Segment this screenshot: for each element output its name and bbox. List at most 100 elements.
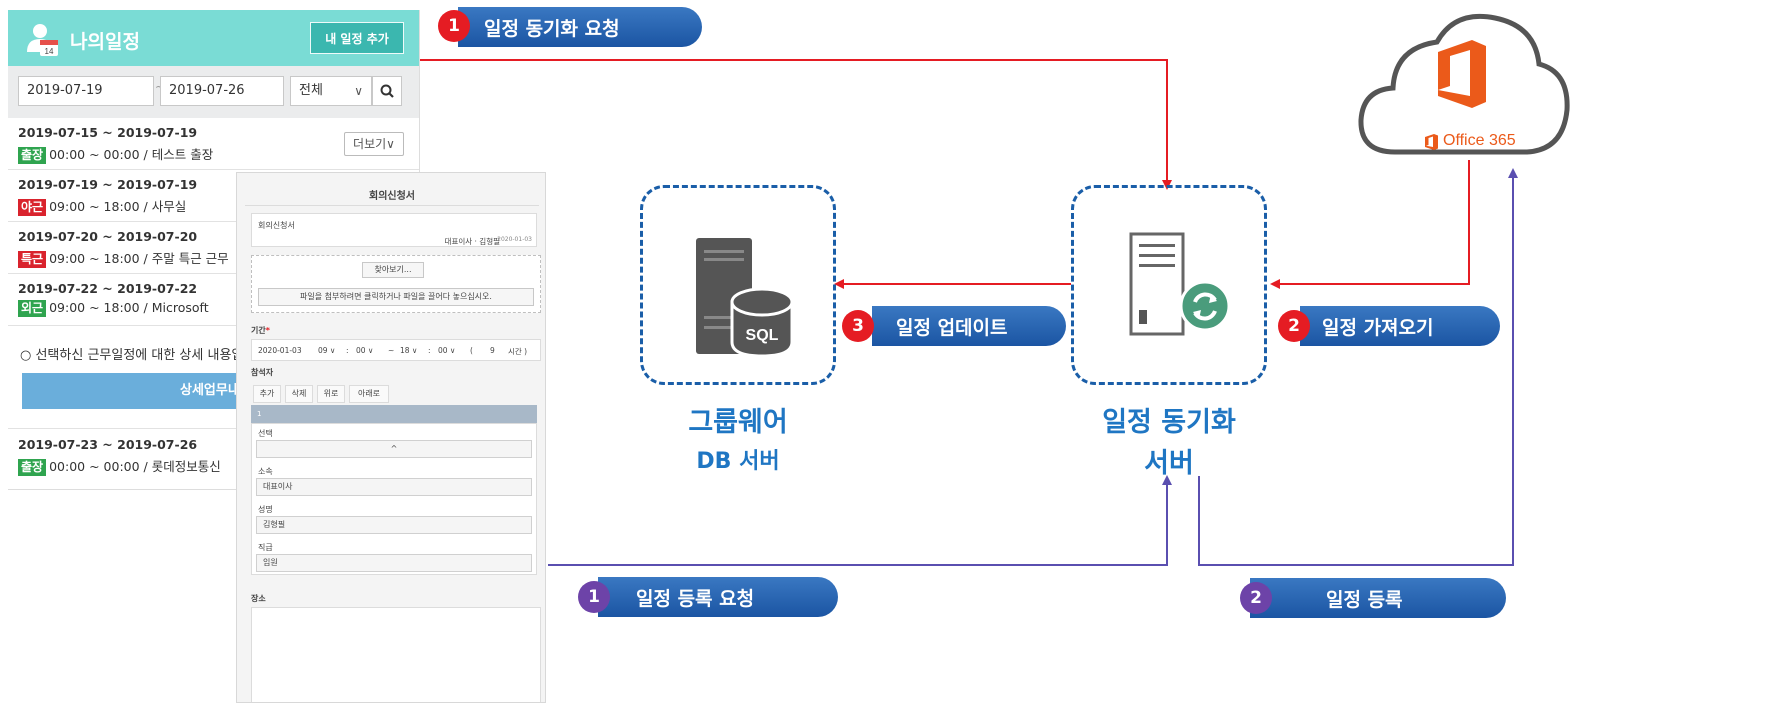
- meeting-request-form: 회의신청서 회의신청서 대표이사 · 김형필 2020-01-03 찾아보기..…: [236, 172, 546, 703]
- register-request-label: 일정 등록 요청: [598, 577, 838, 617]
- field-label: 직급: [258, 543, 273, 552]
- status-badge: 특근: [18, 251, 47, 268]
- sync-request-label: 일정 동기화 요청: [458, 7, 702, 47]
- schedule-header: 14 나의일정 내 일정 추가: [8, 10, 419, 66]
- schedule-item-time: 00:00 ~ 00:00 / 롯데정보통신: [49, 459, 221, 474]
- attendee-down-button[interactable]: 아래로: [349, 385, 389, 403]
- attendee-label: 참석자: [251, 368, 274, 377]
- status-badge: 야근: [18, 199, 47, 216]
- attendee-delete-button[interactable]: 삭제: [285, 385, 313, 403]
- paren-open: (: [470, 346, 473, 355]
- category-select[interactable]: 전체 ∨: [290, 76, 372, 106]
- svg-text:14: 14: [45, 47, 54, 56]
- place-label: 장소: [251, 594, 266, 603]
- name-field[interactable]: 김형필: [256, 516, 532, 534]
- chevron-down-icon: ∨: [354, 84, 363, 98]
- office-small-logo-icon: [1425, 134, 1438, 150]
- required-mark: *: [265, 326, 270, 335]
- end-min-select[interactable]: 00 ∨: [438, 346, 455, 355]
- schedule-item-range: 2019-07-23 ~ 2019-07-26: [18, 437, 198, 452]
- svg-text:SQL: SQL: [746, 327, 779, 344]
- groupware-db-caption: 그룹웨어 DB 서버: [640, 400, 836, 475]
- register-text: 일정 등록: [1326, 588, 1403, 611]
- fetch-schedule-text: 일정 가져오기: [1322, 316, 1434, 339]
- rank-field[interactable]: 임원: [256, 554, 532, 572]
- end-date-input[interactable]: 2019-07-26: [160, 76, 284, 106]
- sync-request-text: 일정 동기화 요청: [484, 17, 620, 40]
- sql-server-icon: SQL: [696, 238, 794, 358]
- schedule-item-range: 2019-07-15 ~ 2019-07-19: [18, 125, 198, 140]
- office365-label: Office 365: [1443, 132, 1516, 149]
- sync-server-icon: [1129, 232, 1231, 336]
- schedule-item-detail: 특근 09:00 ~ 18:00 / 주말 특근 근무: [18, 248, 229, 268]
- user-calendar-icon: 14: [24, 22, 64, 56]
- schedule-item-range: 2019-07-19 ~ 2019-07-19: [18, 177, 198, 192]
- attendee-up-button[interactable]: 위로: [317, 385, 345, 403]
- schedule-item-time: 00:00 ~ 00:00 / 테스트 출장: [49, 147, 214, 162]
- search-button[interactable]: [372, 76, 402, 106]
- attach-hint: 파일을 첨부하려면 클릭하거나 파일을 끌어다 놓으십시오.: [258, 288, 534, 306]
- status-badge: 출장: [18, 459, 47, 476]
- period-date-input[interactable]: 2020-01-03: [258, 346, 302, 355]
- sync-caption-line2: 서버: [1144, 448, 1194, 479]
- schedule-item-time: 09:00 ~ 18:00 / 주말 특근 근무: [49, 251, 229, 266]
- attendee-add-button[interactable]: 추가: [253, 385, 281, 403]
- sync-caption-line1: 일정 동기화: [1102, 407, 1236, 438]
- step-number-badge: 2: [1278, 310, 1310, 342]
- status-badge: 외근: [18, 300, 47, 317]
- start-min-select[interactable]: 00 ∨: [356, 346, 373, 355]
- time-colon: :: [428, 346, 431, 355]
- register-label: 일정 등록: [1250, 578, 1506, 618]
- schedule-item-detail: 외근 09:00 ~ 18:00 / Microsoft: [18, 300, 209, 317]
- update-schedule-text: 일정 업데이트: [896, 316, 1008, 339]
- author-name: 대표이사 · 김형필: [444, 237, 500, 246]
- groupware-caption-line1: 그룹웨어: [688, 407, 788, 438]
- time-tilde: ~: [388, 346, 395, 355]
- duration-unit: 시간 ): [508, 347, 528, 356]
- place-field[interactable]: [251, 607, 541, 702]
- period-label: 기간*: [251, 325, 270, 336]
- divider: [245, 205, 539, 206]
- schedule-item-time: 09:00 ~ 18:00 / Microsoft: [49, 300, 209, 315]
- doc-header-box: 회의신청서 대표이사 · 김형필 2020-01-03: [251, 213, 537, 247]
- field-label: 선택: [258, 429, 273, 438]
- attendee-row-header[interactable]: 1: [251, 405, 537, 423]
- schedule-item-detail: 출장 00:00 ~ 00:00 / 테스트 출장: [18, 144, 213, 164]
- start-date-input[interactable]: 2019-07-19: [18, 76, 154, 106]
- sync-server-caption: 일정 동기화 서버: [1071, 400, 1267, 480]
- schedule-item-detail: 야근 09:00 ~ 18:00 / 사무실: [18, 196, 186, 216]
- more-button[interactable]: 더보기∨: [344, 132, 404, 156]
- update-schedule-label: 일정 업데이트: [872, 306, 1066, 346]
- author-date: 2020-01-03: [497, 236, 532, 243]
- period-label-text: 기간: [251, 326, 266, 335]
- start-hour-select[interactable]: 09 ∨: [318, 346, 335, 355]
- add-my-schedule-button[interactable]: 내 일정 추가: [310, 22, 404, 54]
- category-select-value: 전체: [299, 83, 323, 98]
- schedule-item[interactable]: 2019-07-15 ~ 2019-07-19 출장 00:00 ~ 00:00 …: [8, 118, 419, 170]
- time-colon: :: [346, 346, 349, 355]
- doc-name: 회의신청서: [258, 221, 295, 230]
- step-number-badge: 1: [438, 10, 470, 42]
- duration-value: 9: [490, 346, 495, 355]
- field-label: 성명: [258, 505, 273, 514]
- office-logo-icon: [1438, 40, 1486, 108]
- schedule-item-range: 2019-07-22 ~ 2019-07-22: [18, 281, 198, 296]
- attachment-dropzone[interactable]: 찾아보기... 파일을 첨부하려면 클릭하거나 파일을 끌어다 놓으십시오.: [251, 255, 541, 313]
- schedule-detail-note: ○ 선택하신 근무일정에 대한 상세 내용입니: [20, 348, 256, 363]
- groupware-caption-line2: DB 서버: [696, 449, 780, 474]
- browse-button[interactable]: 찾아보기...: [362, 262, 424, 278]
- department-field[interactable]: 대표이사: [256, 478, 532, 496]
- end-hour-select[interactable]: 18 ∨: [400, 346, 417, 355]
- status-badge: 출장: [18, 147, 47, 164]
- step-number-badge: 1: [578, 581, 610, 613]
- schedule-item-time: 09:00 ~ 18:00 / 사무실: [49, 199, 187, 214]
- step-number-badge: 2: [1240, 582, 1272, 614]
- period-row: 2020-01-03 09 ∨ : 00 ∨ ~ 18 ∨ : 00 ∨ ( 9…: [251, 339, 541, 361]
- select-field[interactable]: ^: [256, 440, 532, 458]
- schedule-item-detail: 출장 00:00 ~ 00:00 / 롯데정보통신: [18, 456, 221, 476]
- form-title: 회의신청서: [369, 191, 415, 202]
- register-request-arrow: [548, 475, 1172, 566]
- fetch-schedule-label: 일정 가져오기: [1300, 306, 1500, 346]
- sync-request-arrow: [420, 59, 1172, 190]
- field-label: 소속: [258, 467, 273, 476]
